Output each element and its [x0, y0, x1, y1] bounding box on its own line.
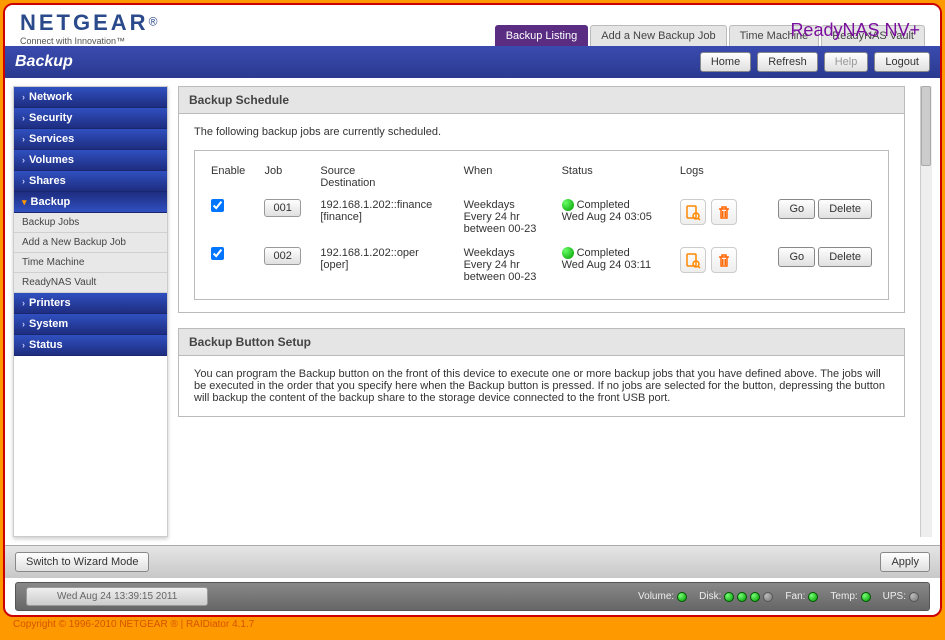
- logout-button[interactable]: Logout: [874, 52, 930, 72]
- sidebar-item-printers[interactable]: ›Printers: [14, 293, 167, 314]
- delete-log-icon[interactable]: [711, 247, 737, 273]
- status-ups: UPS:: [883, 591, 919, 602]
- col-enable: Enable: [205, 161, 258, 193]
- sidebar-sub-time-machine[interactable]: Time Machine: [14, 253, 167, 273]
- sidebar-item-services[interactable]: ›Services: [14, 129, 167, 150]
- footer-bar: Switch to Wizard Mode Apply: [5, 545, 940, 578]
- sidebar-item-volumes[interactable]: ›Volumes: [14, 150, 167, 171]
- sidebar-item-system[interactable]: ›System: [14, 314, 167, 335]
- backup-button-section: Backup Button Setup You can program the …: [178, 328, 905, 417]
- delete-log-icon[interactable]: [711, 199, 737, 225]
- sidebar-item-security[interactable]: ›Security: [14, 108, 167, 129]
- chevron-right-icon: ›: [22, 155, 25, 165]
- go-button[interactable]: Go: [778, 247, 815, 267]
- jobs-table: Enable Job SourceDestination When Status…: [205, 161, 878, 289]
- sidebar-item-shares[interactable]: ›Shares: [14, 171, 167, 192]
- brand-tagline: Connect with Innovation™: [20, 36, 157, 46]
- led-off-icon: [909, 592, 919, 602]
- sidebar-item-network[interactable]: ›Network: [14, 87, 167, 108]
- chevron-right-icon: ›: [22, 113, 25, 123]
- view-log-icon[interactable]: [680, 247, 706, 273]
- apply-button[interactable]: Apply: [880, 552, 930, 572]
- col-when: When: [458, 161, 556, 193]
- timestamp: Wed Aug 24 13:39:15 2011: [26, 587, 208, 606]
- job-source: 192.168.1.202::oper: [320, 247, 451, 259]
- chevron-right-icon: ›: [22, 176, 25, 186]
- status-bar: Wed Aug 24 13:39:15 2011 Volume: Disk: F…: [15, 582, 930, 611]
- job-source: 192.168.1.202::finance: [320, 199, 451, 211]
- chevron-down-icon: ▾: [22, 197, 27, 208]
- chevron-right-icon: ›: [22, 92, 25, 102]
- delete-button[interactable]: Delete: [818, 247, 872, 267]
- col-status: Status: [556, 161, 674, 193]
- title-bar: Backup Home Refresh Help Logout: [5, 46, 940, 78]
- led-icon: [737, 592, 747, 602]
- job-dest: [oper]: [320, 259, 451, 271]
- led-icon: [861, 592, 871, 602]
- section-heading: Backup Button Setup: [179, 329, 904, 356]
- chevron-right-icon: ›: [22, 298, 25, 308]
- view-log-icon[interactable]: [680, 199, 706, 225]
- sidebar-sub-readynas-vault[interactable]: ReadyNAS Vault: [14, 273, 167, 293]
- schedule-description: The following backup jobs are currently …: [194, 126, 889, 138]
- wizard-mode-button[interactable]: Switch to Wizard Mode: [15, 552, 149, 572]
- page-title: Backup: [15, 53, 73, 71]
- sidebar-sub-add-backup[interactable]: Add a New Backup Job: [14, 233, 167, 253]
- table-row: 002 192.168.1.202::oper[oper] WeekdaysEv…: [205, 241, 878, 289]
- status-disk: Disk:: [699, 591, 773, 602]
- led-icon: [808, 592, 818, 602]
- help-button[interactable]: Help: [824, 52, 869, 72]
- status-fan: Fan:: [785, 591, 818, 602]
- job-number-button[interactable]: 001: [264, 199, 300, 217]
- table-row: 001 192.168.1.202::finance[finance] Week…: [205, 193, 878, 241]
- enable-checkbox[interactable]: [211, 199, 224, 212]
- status-temp: Temp:: [830, 591, 870, 602]
- copyright: Copyright © 1996-2010 NETGEAR ® | RAIDia…: [3, 617, 942, 632]
- delete-button[interactable]: Delete: [818, 199, 872, 219]
- chevron-right-icon: ›: [22, 134, 25, 144]
- go-button[interactable]: Go: [778, 199, 815, 219]
- col-job: Job: [258, 161, 314, 193]
- logo: NETGEAR® Connect with Innovation™: [20, 10, 157, 46]
- backup-schedule-section: Backup Schedule The following backup job…: [178, 86, 905, 313]
- job-number-button[interactable]: 002: [264, 247, 300, 265]
- sidebar-item-status[interactable]: ›Status: [14, 335, 167, 356]
- led-icon: [750, 592, 760, 602]
- tab-add-backup-job[interactable]: Add a New Backup Job: [590, 25, 726, 46]
- status-dot-icon: [562, 199, 574, 211]
- chevron-right-icon: ›: [22, 319, 25, 329]
- chevron-right-icon: ›: [22, 340, 25, 350]
- status-volume: Volume:: [638, 591, 687, 602]
- led-off-icon: [763, 592, 773, 602]
- tab-backup-listing[interactable]: Backup Listing: [495, 25, 589, 46]
- brand-name: NETGEAR: [20, 10, 149, 35]
- product-name: ReadyNAS NV+: [790, 20, 920, 41]
- led-icon: [677, 592, 687, 602]
- refresh-button[interactable]: Refresh: [757, 52, 818, 72]
- scrollbar-thumb[interactable]: [921, 86, 931, 166]
- header: NETGEAR® Connect with Innovation™ Backup…: [5, 5, 940, 46]
- sidebar: ›Network ›Security ›Services ›Volumes ›S…: [13, 86, 168, 537]
- col-srcdst: SourceDestination: [314, 161, 457, 193]
- scrollbar[interactable]: [920, 86, 932, 537]
- main-panel: Backup Schedule The following backup job…: [178, 86, 910, 537]
- led-icon: [724, 592, 734, 602]
- sidebar-item-backup[interactable]: ▾Backup: [14, 192, 167, 213]
- section-heading: Backup Schedule: [179, 87, 904, 114]
- col-logs: Logs: [674, 161, 756, 193]
- enable-checkbox[interactable]: [211, 247, 224, 260]
- sidebar-sub-backup-jobs[interactable]: Backup Jobs: [14, 213, 167, 233]
- backup-button-text: You can program the Backup button on the…: [179, 356, 904, 416]
- home-button[interactable]: Home: [700, 52, 751, 72]
- status-dot-icon: [562, 247, 574, 259]
- job-dest: [finance]: [320, 211, 451, 223]
